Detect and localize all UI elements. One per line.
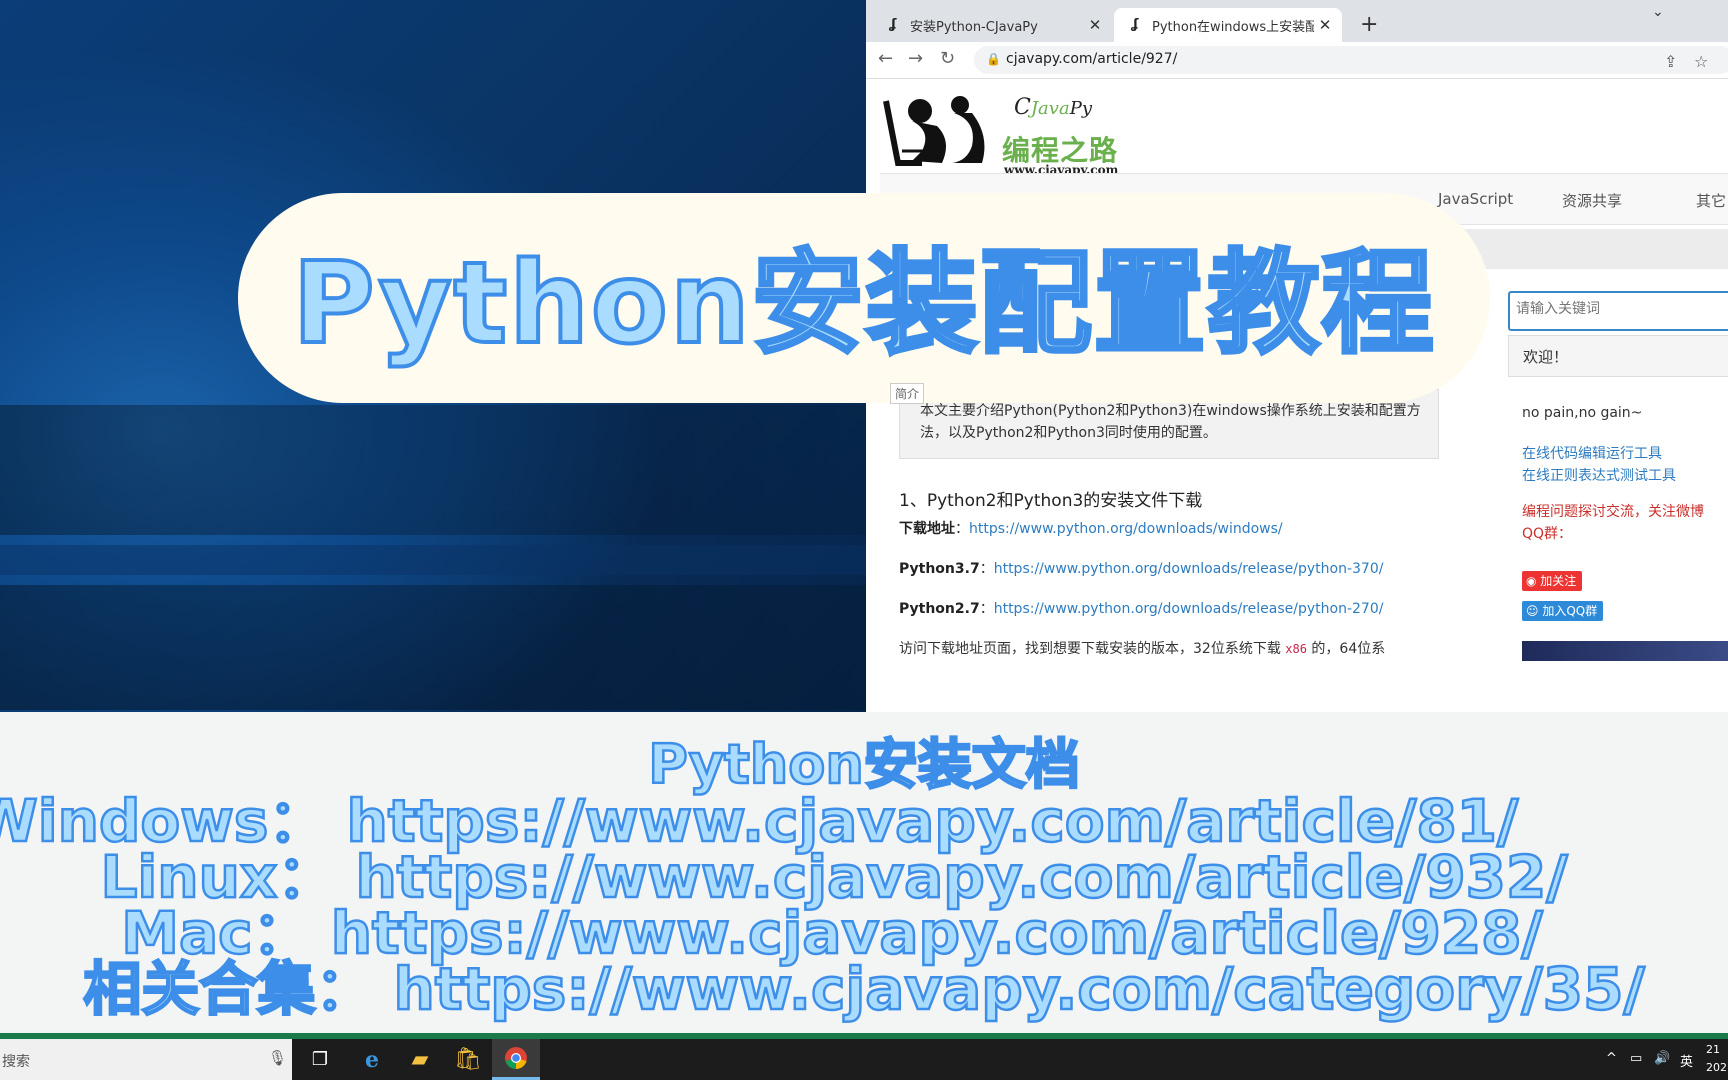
caption-panel: Python安装文档 Windows： https://www.cjavapy.… [0, 712, 1728, 1034]
sidebar: 欢迎！ no pain,no gain~ 在线代码编辑运行工具 在线正则表达式测… [1508, 335, 1728, 712]
store-icon[interactable]: 🛍 [444, 1039, 492, 1080]
weibo-icon: ◉ [1526, 574, 1541, 588]
tab-label: Python在windows上安装配置方 [1152, 19, 1314, 35]
welcome-header: 欢迎！ [1508, 335, 1728, 377]
python37-link[interactable]: https://www.python.org/downloads/release… [994, 561, 1384, 577]
lock-icon[interactable]: 🔒 [986, 52, 1001, 66]
tab-python-windows[interactable]: ʆ Python在windows上安装配置方 ✕ [1114, 8, 1342, 42]
cjavapy-icon: ʆ [1131, 17, 1139, 32]
close-icon[interactable]: ✕ [1314, 16, 1336, 34]
collection-doc-line: 相关合集： https://www.cjavapy.com/category/3… [82, 954, 1646, 1025]
share-icon[interactable]: ⇪ [1664, 52, 1677, 71]
title-banner: Python安装配置教程 [238, 193, 1490, 403]
reload-icon[interactable]: ↻ [940, 48, 955, 69]
site-logo[interactable]: CJavaPy 编程之路 www.cjavapy.com [882, 91, 1142, 177]
section-heading: 1、Python2和Python3的安装文件下载 [899, 491, 1203, 511]
search-box[interactable] [1508, 291, 1728, 331]
close-icon[interactable]: ✕ [1084, 16, 1106, 34]
video-title: Python安装配置教程 [290, 237, 1436, 371]
wallpaper-pane [0, 585, 866, 710]
download-link[interactable]: https://www.python.org/downloads/windows… [969, 521, 1283, 537]
address-bar[interactable]: 🔒 cjavapy.com/article/927/ ⇪ ☆ [974, 46, 1728, 74]
python37-line: Python3.7：https://www.python.org/downloa… [899, 561, 1384, 577]
clock-date[interactable]: 202 [1706, 1061, 1727, 1074]
download-line: 下载地址：https://www.python.org/downloads/wi… [899, 521, 1283, 537]
qq-group-text: QQ群： [1522, 526, 1573, 542]
star-icon[interactable]: ☆ [1694, 52, 1708, 71]
online-code-link[interactable]: 在线代码编辑运行工具 [1522, 443, 1662, 463]
sidebar-banner-image[interactable] [1522, 641, 1728, 661]
tab-install-python[interactable]: ʆ 安装Python-CJavaPy ✕ [872, 8, 1112, 42]
forward-icon[interactable]: → [908, 48, 923, 69]
file-explorer-icon[interactable]: ▰ [396, 1039, 444, 1080]
chevron-down-icon[interactable]: ⌄ [1652, 4, 1664, 20]
tab-bar: ʆ 安装Python-CJavaPy ✕ ʆ Python在windows上安装… [866, 0, 1728, 42]
motto-text: no pain,no gain~ [1522, 405, 1643, 421]
taskbar-search[interactable]: 搜索 🎙 [0, 1039, 292, 1080]
search-placeholder: 搜索 [2, 1054, 30, 1070]
volume-icon[interactable]: 🔊 [1654, 1051, 1670, 1066]
edge-icon[interactable]: e [348, 1039, 396, 1080]
search-input[interactable] [1510, 293, 1728, 325]
ime-indicator[interactable]: 英 [1680, 1051, 1693, 1070]
intro-tag: 简介 [890, 383, 925, 404]
network-icon[interactable]: ▭ [1630, 1051, 1642, 1066]
visit-text: 访问下载地址页面，找到想要下载安装的版本，32位系统下载 x86 的，64位系 [899, 641, 1386, 657]
community-text: 编程问题探讨交流，关注微博 [1522, 504, 1704, 520]
python27-link[interactable]: https://www.python.org/downloads/release… [994, 601, 1384, 617]
task-view-icon[interactable]: ❐ [296, 1039, 344, 1080]
nav-link-resources[interactable]: 资源共享 [1562, 190, 1622, 211]
chevron-up-icon[interactable]: ^ [1606, 1051, 1617, 1066]
browser-toolbar: ← → ↻ 🔒 cjavapy.com/article/927/ ⇪ ☆ [866, 42, 1728, 79]
back-icon[interactable]: ← [878, 48, 893, 69]
weibo-follow-button[interactable]: ◉ 加关注 [1522, 571, 1583, 591]
microphone-icon[interactable]: 🎙 [268, 1049, 287, 1067]
clock-time[interactable]: 21 [1706, 1043, 1720, 1056]
wallpaper-pane [0, 405, 866, 535]
url-text: cjavapy.com/article/927/ [1006, 51, 1178, 67]
qq-icon: ☺ [1526, 604, 1543, 618]
logo-mark-icon [883, 96, 985, 166]
wallpaper-pane [0, 545, 866, 575]
nav-link-other[interactable]: 其它 [1696, 190, 1726, 211]
chrome-icon[interactable] [492, 1039, 540, 1080]
cjavapy-icon: ʆ [889, 17, 897, 32]
new-tab-icon[interactable]: + [1360, 12, 1378, 37]
regex-tool-link[interactable]: 在线正则表达式测试工具 [1522, 465, 1676, 485]
tab-label: 安装Python-CJavaPy [910, 19, 1038, 35]
brand-text: CJavaPy [1014, 95, 1092, 120]
join-qq-button[interactable]: ☺ 加入QQ群 [1522, 601, 1604, 621]
python27-line: Python2.7：https://www.python.org/downloa… [899, 601, 1384, 617]
taskbar: 搜索 🎙 ❐ e ▰ 🛍 ^ ▭ 🔊 英 21 202 [0, 1039, 1728, 1080]
